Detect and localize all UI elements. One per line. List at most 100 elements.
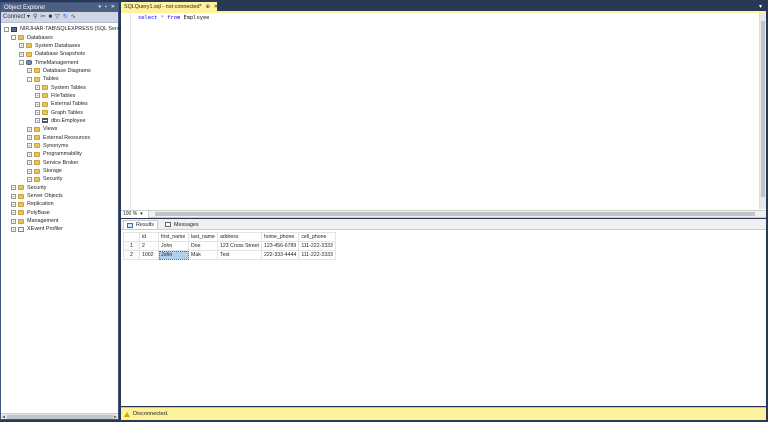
collapse-icon[interactable]: -	[19, 60, 24, 66]
expand-icon[interactable]: +	[19, 51, 24, 57]
cell-id[interactable]: 2	[139, 241, 159, 251]
expand-icon[interactable]: +	[11, 201, 16, 207]
tree-node[interactable]: + PolyBase	[1, 209, 118, 217]
cell-first-name[interactable]: John	[158, 241, 189, 251]
tree-node[interactable]: - Tables	[1, 75, 118, 83]
connect-button[interactable]: Connect ▾	[3, 14, 30, 20]
close-icon[interactable]: ✕	[111, 5, 115, 10]
tab-messages[interactable]: Messages	[162, 220, 202, 229]
tree-node[interactable]: + Programmability	[1, 150, 118, 158]
tree-node[interactable]: + Replication	[1, 200, 118, 208]
expand-icon[interactable]: +	[35, 85, 40, 91]
tree-node[interactable]: + Security	[1, 184, 118, 192]
expand-icon[interactable]: +	[27, 168, 32, 174]
sql-editor[interactable]: select * from Employee	[121, 11, 766, 210]
expand-icon[interactable]: +	[11, 185, 16, 191]
scrollbar-thumb[interactable]	[761, 21, 765, 197]
editor-horizontal-scrollbar[interactable]	[149, 211, 766, 217]
expand-icon[interactable]: +	[27, 176, 32, 182]
column-header-cell-phone[interactable]: cell_phone	[298, 232, 337, 242]
tree-node[interactable]: + XEvent Profiler	[1, 225, 118, 233]
filter-icon[interactable]: ▽	[55, 14, 60, 20]
tree-node[interactable]: + System Databases	[1, 42, 118, 50]
auto-hide-pin-icon[interactable]: ▪	[105, 5, 107, 10]
column-header-address[interactable]: address	[217, 232, 262, 242]
zoom-select[interactable]: 100 % ▾	[121, 210, 149, 218]
tree-node[interactable]: + Views	[1, 125, 118, 133]
cell-home-phone[interactable]: 123-456-6789	[260, 241, 300, 251]
collapse-icon[interactable]: -	[11, 35, 16, 41]
connect-icon[interactable]: ⚲	[33, 14, 37, 20]
code-line-1[interactable]: select * from Employee	[138, 15, 209, 21]
column-header-home-phone[interactable]: home_phone	[260, 232, 300, 242]
chevron-down-icon: ▾	[140, 211, 143, 217]
expand-icon[interactable]: +	[11, 226, 16, 232]
tree-node[interactable]: + External Tables	[1, 100, 118, 108]
collapse-icon[interactable]: -	[27, 76, 32, 82]
cell-id[interactable]: 1002	[139, 250, 159, 260]
collapse-icon[interactable]: -	[4, 26, 9, 32]
activity-icon[interactable]: ∿	[71, 14, 76, 20]
horizontal-scrollbar[interactable]: ◀ ▶	[1, 413, 118, 419]
close-tab-icon[interactable]: ✕	[214, 4, 218, 10]
refresh-icon[interactable]: ↻	[63, 14, 68, 20]
window-position-icon[interactable]: ▾	[99, 5, 102, 10]
expand-icon[interactable]: +	[35, 110, 40, 116]
expand-icon[interactable]: +	[35, 101, 40, 107]
cell-address[interactable]: 123 Cross Street	[217, 241, 262, 251]
disconnect-icon[interactable]: ✂	[40, 14, 45, 20]
tree-node[interactable]: + Database Snapshots	[1, 50, 118, 58]
expand-icon[interactable]: +	[27, 143, 32, 149]
column-header-last-name[interactable]: last_name	[188, 232, 218, 242]
expand-icon[interactable]: +	[27, 135, 32, 141]
row-number[interactable]: 2	[123, 250, 140, 260]
column-header-id[interactable]: id	[139, 232, 159, 242]
expand-icon[interactable]: +	[35, 118, 40, 124]
tree-node[interactable]: - NIRJHAR-TAB\SQLEXPRESS (SQL Serve	[1, 25, 122, 33]
tree-node[interactable]: + Service Broker	[1, 159, 118, 167]
tree-node[interactable]: + External Resources	[1, 133, 118, 141]
expand-icon[interactable]: +	[19, 43, 24, 49]
expand-icon[interactable]: +	[27, 160, 32, 166]
expand-icon[interactable]: +	[11, 210, 16, 216]
scroll-left-icon[interactable]: ◀	[2, 414, 5, 420]
stop-icon[interactable]: ■	[48, 14, 52, 20]
cell-cell-phone[interactable]: 111-222-3333	[298, 250, 337, 260]
tree-node[interactable]: + Synonyms	[1, 142, 118, 150]
expand-icon[interactable]: +	[27, 126, 32, 132]
folder-icon	[34, 68, 40, 74]
cell-last-name[interactable]: Mak	[188, 250, 218, 260]
editor-vertical-scrollbar[interactable]	[759, 13, 766, 209]
tree-node[interactable]: + Server Objects	[1, 192, 118, 200]
cell-cell-phone[interactable]: 111-222-3333	[298, 241, 337, 251]
tree-node[interactable]: + Graph Tables	[1, 108, 118, 116]
expand-icon[interactable]: +	[11, 193, 16, 199]
expand-icon[interactable]: +	[27, 151, 32, 157]
cell-first-name-selected[interactable]: John	[158, 250, 189, 260]
expand-icon[interactable]: +	[27, 68, 32, 74]
tree-node[interactable]: + Database Diagrams	[1, 67, 118, 75]
row-number[interactable]: 1	[123, 241, 140, 251]
tab-list-dropdown-icon[interactable]: ▾	[759, 3, 762, 10]
scrollbar-thumb[interactable]	[155, 212, 755, 216]
cell-home-phone[interactable]: 222-333-4444	[260, 250, 300, 260]
tree-node[interactable]: + Storage	[1, 167, 118, 175]
tree-node[interactable]: + Management	[1, 217, 118, 225]
tree-node[interactable]: - TimeManagement	[1, 58, 118, 66]
tree-node[interactable]: + FileTables	[1, 92, 118, 100]
expand-icon[interactable]: +	[11, 218, 16, 224]
tab-sqlquery1[interactable]: SQLQuery1.sql - not connected* ⊕ ✕	[121, 2, 218, 11]
tree-node[interactable]: - Databases	[1, 33, 118, 41]
tree-node[interactable]: + dbo.Employee	[1, 117, 118, 125]
scroll-right-icon[interactable]: ▶	[114, 414, 117, 420]
cell-last-name[interactable]: Doe	[188, 241, 218, 251]
tree-node[interactable]: + Security	[1, 175, 118, 183]
expand-icon[interactable]: +	[35, 93, 40, 99]
tree-node[interactable]: + System Tables	[1, 83, 118, 91]
tab-results[interactable]: Results	[123, 220, 158, 229]
cell-address[interactable]: Test	[217, 250, 262, 260]
pin-icon[interactable]: ⊕	[206, 4, 210, 10]
column-header-first-name[interactable]: first_name	[158, 232, 189, 242]
scrollbar-thumb[interactable]	[7, 415, 113, 419]
row-number-header[interactable]	[123, 232, 140, 242]
